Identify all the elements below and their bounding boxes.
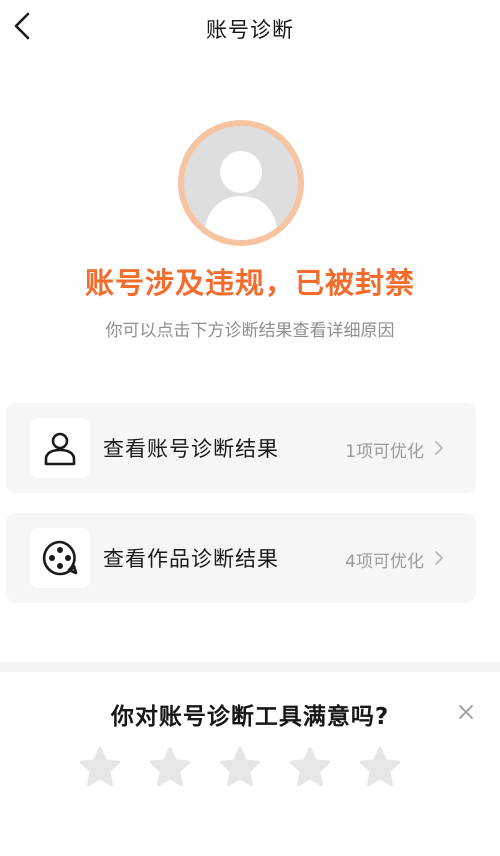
section-divider: [0, 662, 500, 672]
chevron-right-icon: [435, 551, 443, 565]
star-icon: [149, 746, 191, 787]
page-title: 账号诊断: [206, 18, 294, 42]
chevron-right-icon: [435, 441, 443, 455]
ban-status-headline: 账号涉及违规，已被封禁: [84, 266, 415, 300]
close-icon: [459, 705, 473, 719]
card-optimize-count: 1项可优化: [345, 442, 424, 462]
close-survey-button[interactable]: [454, 700, 478, 724]
satisfaction-question: 你对账号诊断工具满意吗?: [110, 704, 390, 730]
rating-star[interactable]: [148, 745, 192, 789]
film-reel-icon: [42, 540, 78, 576]
star-icon: [79, 746, 121, 787]
star-icon: [219, 746, 261, 787]
card-optimize-count: 4项可优化: [345, 552, 424, 572]
status-subtext: 你可以点击下方诊断结果查看详细原因: [105, 321, 395, 341]
avatar: [178, 120, 304, 246]
rating-star[interactable]: [218, 745, 262, 789]
default-avatar-icon: [204, 151, 278, 240]
works-diagnosis-card[interactable]: 查看作品诊断结果 4项可优化: [6, 513, 476, 603]
rating-star[interactable]: [358, 745, 402, 789]
star-icon: [359, 746, 401, 787]
star-icon: [289, 746, 331, 787]
top-bar: 账号诊断: [0, 0, 500, 56]
card-label: 查看作品诊断结果: [103, 547, 279, 571]
account-diagnosis-card[interactable]: 查看账号诊断结果 1项可优化: [6, 403, 476, 493]
rating-star[interactable]: [288, 745, 332, 789]
rating-star[interactable]: [78, 745, 122, 789]
user-icon: [44, 432, 76, 466]
card-label: 查看账号诊断结果: [103, 437, 279, 461]
rating-stars: [78, 745, 408, 789]
